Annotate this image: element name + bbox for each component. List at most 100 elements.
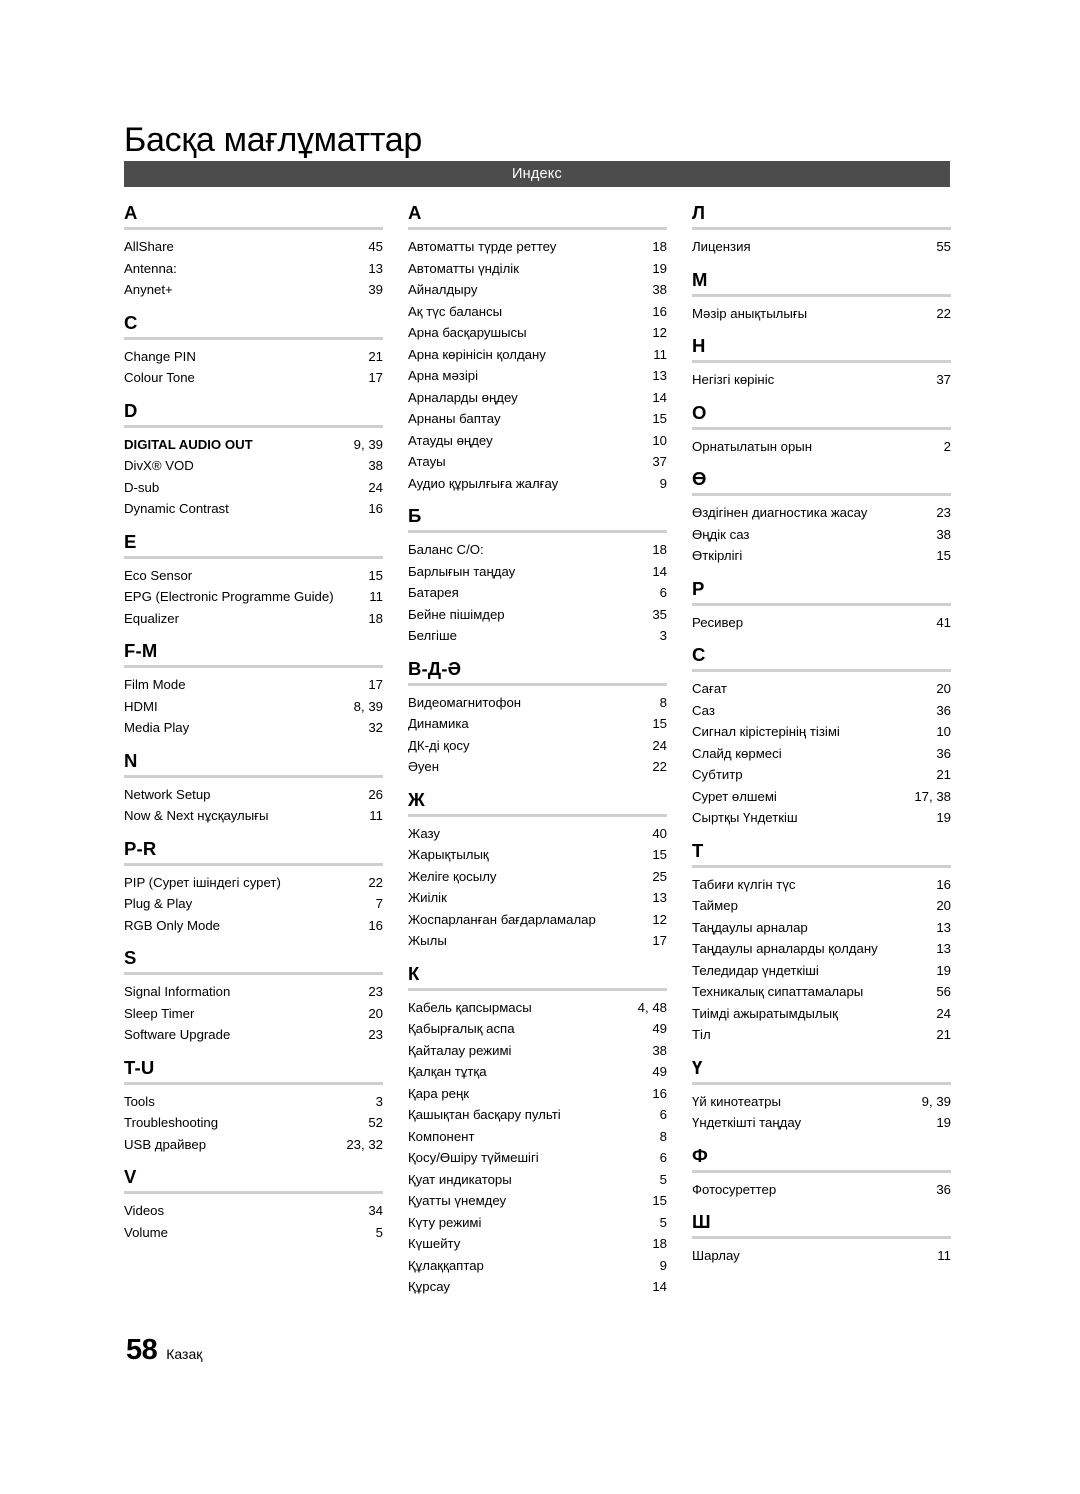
index-entry[interactable]: Sleep Timer 20 <box>124 1003 383 1025</box>
index-entry[interactable]: Видеомагнитофон 8 <box>408 692 667 714</box>
index-entry[interactable]: Арна басқарушысы 12 <box>408 322 667 344</box>
index-entry[interactable]: Компонент 8 <box>408 1126 667 1148</box>
index-entry[interactable]: Жылы 17 <box>408 930 667 952</box>
index-entry-page: 32 <box>368 720 383 735</box>
index-entry[interactable]: Сыртқы Үндеткіш 19 <box>692 807 951 829</box>
index-entry[interactable]: Қосу/Өшіру түймешігі 6 <box>408 1147 667 1169</box>
index-entry[interactable]: Тиімді ажыратымдылық 24 <box>692 1003 951 1025</box>
index-entry[interactable]: Жарықтылық 15 <box>408 844 667 866</box>
index-entry[interactable]: Орнатылатын орын 2 <box>692 436 951 458</box>
index-entry[interactable]: Videos 34 <box>124 1200 383 1222</box>
index-entry[interactable]: Арна көрінісін қолдану 11 <box>408 344 667 366</box>
index-entry[interactable]: Белгіше 3 <box>408 625 667 647</box>
index-entry[interactable]: Кабель қапсырмасы 4, 48 <box>408 997 667 1019</box>
index-entry[interactable]: Software Upgrade 23 <box>124 1024 383 1046</box>
index-entry[interactable]: Signal Information 23 <box>124 981 383 1003</box>
section-divider <box>124 665 383 668</box>
index-entry[interactable]: Шарлау 11 <box>692 1245 951 1267</box>
index-entry[interactable]: Күту режимі 5 <box>408 1212 667 1234</box>
index-entry[interactable]: Жазу 40 <box>408 823 667 845</box>
index-entry[interactable]: Теледидар үндеткіші 19 <box>692 960 951 982</box>
index-entry[interactable]: Troubleshooting 52 <box>124 1112 383 1134</box>
index-entry[interactable]: Құлаққаптар 9 <box>408 1255 667 1277</box>
index-entry[interactable]: Сағат 20 <box>692 678 951 700</box>
index-entry-page: 18 <box>652 542 667 557</box>
index-entry[interactable]: Әуен 22 <box>408 756 667 778</box>
index-entry[interactable]: Сурет өлшемі 17, 38 <box>692 786 951 808</box>
index-entry[interactable]: Network Setup 26 <box>124 784 383 806</box>
index-entry[interactable]: Ақ түс балансы 16 <box>408 301 667 323</box>
index-entry[interactable]: Қалқан тұтқа 49 <box>408 1061 667 1083</box>
index-entry[interactable]: Субтитр 21 <box>692 764 951 786</box>
index-entry[interactable]: ДК-ді қосу 24 <box>408 735 667 757</box>
index-entry[interactable]: Саз 36 <box>692 700 951 722</box>
index-entry[interactable]: Сигнал кірістерінің тізімі 10 <box>692 721 951 743</box>
index-entry[interactable]: Eco Sensor 15 <box>124 565 383 587</box>
index-entry[interactable]: Equalizer 18 <box>124 608 383 630</box>
index-entry[interactable]: Мәзір анықтылығы 22 <box>692 303 951 325</box>
index-entry[interactable]: Anynet+ 39 <box>124 279 383 301</box>
index-entry[interactable]: Change PIN 21 <box>124 346 383 368</box>
index-entry[interactable]: Antenna: 13 <box>124 258 383 280</box>
index-entry[interactable]: Жоспарланған бағдарламалар 12 <box>408 909 667 931</box>
index-entry[interactable]: Арнаны баптау 15 <box>408 408 667 430</box>
index-entry[interactable]: Баланс С/О: 18 <box>408 539 667 561</box>
index-entry[interactable]: Табиғи күлгін түс 16 <box>692 874 951 896</box>
index-entry[interactable]: Таңдаулы арналар 13 <box>692 917 951 939</box>
index-entry[interactable]: Таңдаулы арналарды қолдану 13 <box>692 938 951 960</box>
index-entry[interactable]: Техникалық сипаттамалары 56 <box>692 981 951 1003</box>
index-entry-term: DivX® VOD <box>124 458 194 473</box>
index-entry[interactable]: Dynamic Contrast 16 <box>124 498 383 520</box>
index-entry[interactable]: Volume 5 <box>124 1222 383 1244</box>
index-entry[interactable]: Қабырғалық аспа 49 <box>408 1018 667 1040</box>
index-entry[interactable]: Қара реңк 16 <box>408 1083 667 1105</box>
index-entry[interactable]: HDMI 8, 39 <box>124 696 383 718</box>
index-entry[interactable]: Динамика 15 <box>408 713 667 735</box>
index-entry[interactable]: Үй кинотеатры 9, 39 <box>692 1091 951 1113</box>
index-entry[interactable]: Желіге қосылу 25 <box>408 866 667 888</box>
index-entry[interactable]: Фотосуреттер 36 <box>692 1179 951 1201</box>
index-entry[interactable]: Өздігінен диагностика жасау 23 <box>692 502 951 524</box>
index-entry[interactable]: Қуатты үнемдеу 15 <box>408 1190 667 1212</box>
index-entry[interactable]: Атауды өңдеу 10 <box>408 430 667 452</box>
index-entry[interactable]: Таймер 20 <box>692 895 951 917</box>
index-entry[interactable]: Бейне пішімдер 35 <box>408 604 667 626</box>
index-entry[interactable]: D-sub 24 <box>124 477 383 499</box>
index-entry[interactable]: Қайталау режимі 38 <box>408 1040 667 1062</box>
index-entry[interactable]: DivX® VOD 38 <box>124 455 383 477</box>
index-entry[interactable]: Күшейту 18 <box>408 1233 667 1255</box>
index-entry[interactable]: Аудио құрылғыға жалғау 9 <box>408 473 667 495</box>
index-entry[interactable]: Өткірлігі 15 <box>692 545 951 567</box>
index-entry[interactable]: USB драйвер 23, 32 <box>124 1134 383 1156</box>
index-entry[interactable]: AllShare 45 <box>124 236 383 258</box>
index-entry[interactable]: Қашықтан басқару пульті 6 <box>408 1104 667 1126</box>
index-entry[interactable]: RGB Only Mode 16 <box>124 915 383 937</box>
index-entry[interactable]: Ресивер 41 <box>692 612 951 634</box>
index-entry[interactable]: Plug & Play 7 <box>124 893 383 915</box>
index-entry[interactable]: DIGITAL AUDIO OUT 9, 39 <box>124 434 383 456</box>
index-entry[interactable]: Тіл 21 <box>692 1024 951 1046</box>
index-entry[interactable]: Айналдыру 38 <box>408 279 667 301</box>
index-entry[interactable]: Media Play 32 <box>124 717 383 739</box>
index-entry[interactable]: Tools 3 <box>124 1091 383 1113</box>
index-entry[interactable]: Барлығын таңдау 14 <box>408 561 667 583</box>
index-entry[interactable]: Өңдік саз 38 <box>692 524 951 546</box>
index-entry[interactable]: Құрсау 14 <box>408 1276 667 1298</box>
index-entry[interactable]: Арналарды өңдеу 14 <box>408 387 667 409</box>
index-entry[interactable]: Негізгі көрініс 37 <box>692 369 951 391</box>
index-entry[interactable]: Қуат индикаторы 5 <box>408 1169 667 1191</box>
index-entry[interactable]: Now & Next нұсқаулығы 11 <box>124 805 383 827</box>
index-entry[interactable]: PIP (Сурет ішіндегі сурет) 22 <box>124 872 383 894</box>
index-entry[interactable]: Лицензия 55 <box>692 236 951 258</box>
index-entry[interactable]: Film Mode 17 <box>124 674 383 696</box>
index-entry[interactable]: Автоматты түрде реттеу 18 <box>408 236 667 258</box>
index-entry[interactable]: Арна мәзірі 13 <box>408 365 667 387</box>
index-entry[interactable]: Үндеткішті таңдау 19 <box>692 1112 951 1134</box>
index-entry[interactable]: EPG (Electronic Programme Guide) 11 <box>124 586 383 608</box>
index-entry[interactable]: Батарея 6 <box>408 582 667 604</box>
index-entry[interactable]: Слайд көрмесі 36 <box>692 743 951 765</box>
index-entry[interactable]: Автоматты үнділік 19 <box>408 258 667 280</box>
index-entry[interactable]: Жиілік 13 <box>408 887 667 909</box>
index-entry[interactable]: Colour Tone 17 <box>124 367 383 389</box>
index-entry[interactable]: Атауы 37 <box>408 451 667 473</box>
